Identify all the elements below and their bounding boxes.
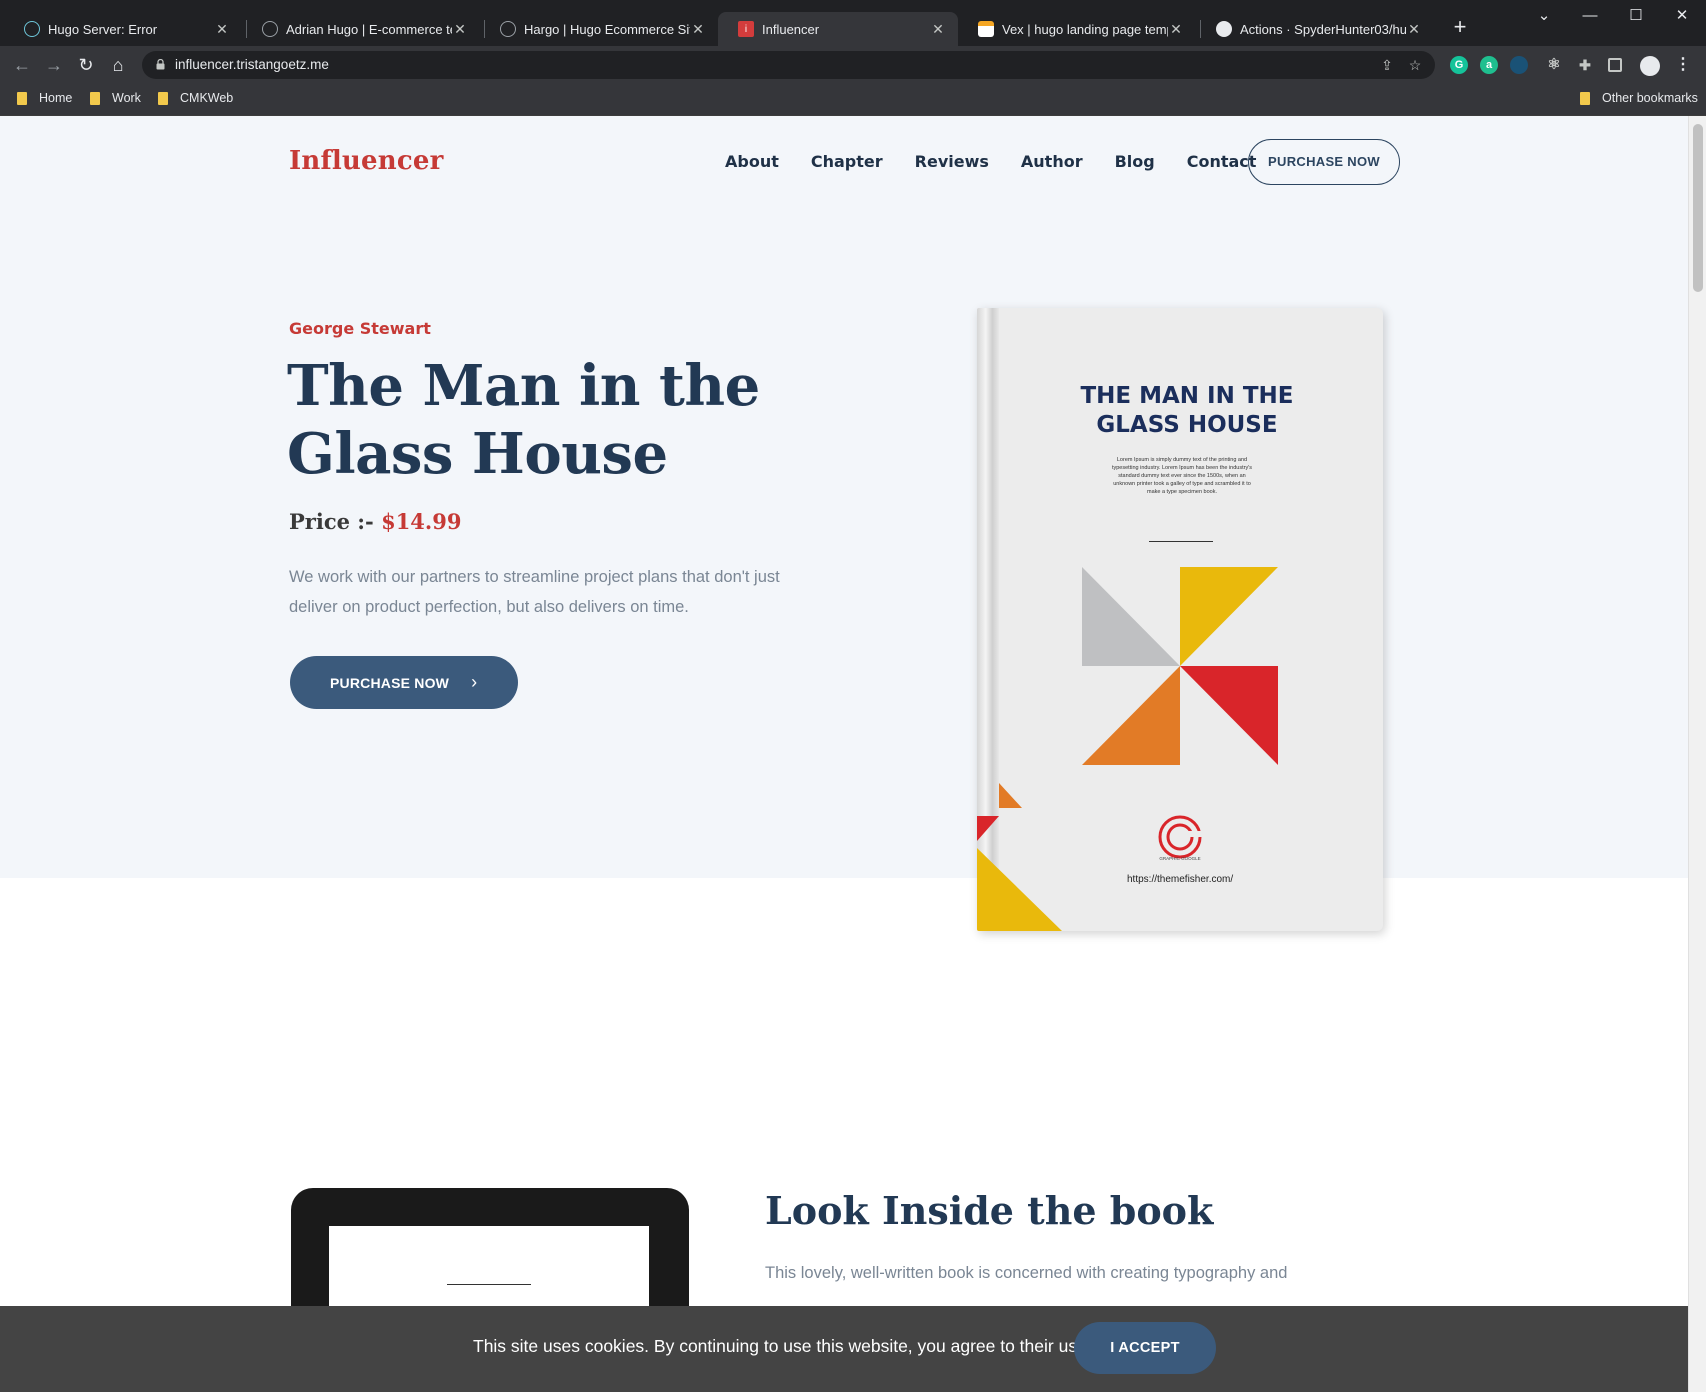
tab-hugo-server-error[interactable]: Hugo Server: Error ✕ [4, 12, 242, 46]
hero-section [0, 116, 1688, 878]
influencer-icon: i [738, 21, 754, 37]
bookmark-work[interactable]: Work [90, 91, 141, 105]
price: Price :- $14.99 [289, 509, 461, 534]
hugo-icon [24, 21, 40, 37]
cookie-text: This site uses cookies. By continuing to… [473, 1336, 1092, 1356]
back-icon[interactable]: ← [10, 53, 34, 77]
tab-search-icon[interactable]: ⌄ [1524, 4, 1564, 28]
nav-purchase-button[interactable]: PURCHASE NOW [1248, 139, 1400, 185]
nav-blog[interactable]: Blog [1115, 152, 1155, 171]
nav-author[interactable]: Author [1021, 152, 1083, 171]
close-tab-icon[interactable]: ✕ [1168, 21, 1184, 38]
bookmark-home[interactable]: Home [17, 91, 72, 105]
browser-window: Hugo Server: Error ✕ Adrian Hugo | E-com… [0, 0, 1706, 1392]
avatar[interactable] [1640, 56, 1660, 76]
tab-strip: Hugo Server: Error ✕ Adrian Hugo | E-com… [0, 0, 1706, 46]
home-icon[interactable]: ⌂ [106, 53, 130, 77]
nav-about[interactable]: About [725, 152, 779, 171]
browser-toolbar: ← → ↻ ⌂ influencer.tristangoetz.me ⇪ ☆ G… [0, 46, 1706, 84]
bookmark-star-icon[interactable]: ☆ [1406, 56, 1424, 74]
globe-icon [262, 21, 278, 37]
share-icon[interactable]: ⇪ [1378, 56, 1396, 74]
vex-icon [978, 21, 994, 37]
side-panel-icon[interactable] [1608, 58, 1622, 72]
author-name: George Stewart [289, 319, 431, 338]
maximize-icon[interactable]: ☐ [1616, 4, 1656, 28]
nav-reviews[interactable]: Reviews [915, 152, 989, 171]
close-tab-icon[interactable]: ✕ [452, 21, 468, 38]
close-tab-icon[interactable]: ✕ [690, 21, 706, 38]
chevron-right-icon: › [471, 672, 478, 692]
tab-influencer[interactable]: i Influencer ✕ [718, 12, 958, 46]
bookmarks-bar: Home Work CMKWeb Other bookmarks [0, 84, 1706, 116]
minimize-icon[interactable]: — [1570, 4, 1610, 28]
menu-kebab-icon[interactable]: ⋮ [1674, 56, 1692, 74]
folder-icon [1580, 91, 1590, 105]
url-text: influencer.tristangoetz.me [175, 57, 329, 72]
accept-cookies-button[interactable]: I ACCEPT [1074, 1322, 1216, 1374]
hero-purchase-label: PURCHASE NOW [330, 674, 450, 691]
book-cover-url: https://themefisher.com/ [1127, 874, 1234, 885]
tab-adrian-hugo[interactable]: Adrian Hugo | E-commerce temp ✕ [242, 12, 480, 46]
close-tab-icon[interactable]: ✕ [930, 21, 946, 38]
look-inside-text: This lovely, well-written book is concer… [765, 1264, 1288, 1282]
price-label: Price :- [289, 509, 374, 534]
tab-vex[interactable]: Vex | hugo landing page templat ✕ [958, 12, 1196, 46]
address-bar[interactable]: influencer.tristangoetz.me ⇪ ☆ [142, 51, 1435, 79]
close-tab-icon[interactable]: ✕ [214, 21, 230, 38]
close-window-icon[interactable]: ✕ [1662, 4, 1702, 28]
cookie-banner: This site uses cookies. By continuing to… [0, 1306, 1688, 1392]
page-viewport: Influencer About Chapter Reviews Author … [0, 116, 1688, 1392]
folder-icon [158, 91, 168, 105]
hero-purchase-button[interactable]: PURCHASE NOW › [290, 656, 518, 709]
tab-github-actions[interactable]: Actions · SpyderHunter03/hugo- ✕ [1196, 12, 1434, 46]
extension-icon[interactable] [1510, 56, 1528, 74]
tab-hargo[interactable]: Hargo | Hugo Ecommerce Site ✕ [480, 12, 718, 46]
nav-contact[interactable]: Contact [1187, 152, 1257, 171]
forward-icon[interactable]: → [42, 53, 66, 77]
tablet-screen-rule [447, 1284, 531, 1285]
nav-chapter[interactable]: Chapter [811, 152, 883, 171]
lock-icon [156, 59, 165, 70]
price-value: $14.99 [381, 509, 462, 534]
book-cover-image: THE MAN IN THE GLASS HOUSE Lorem Ipsum i… [977, 308, 1383, 931]
hero-description: We work with our partners to streamline … [289, 568, 780, 616]
book-cover-logo-text: GRAPHIC GOOGLE [1159, 856, 1201, 861]
scrollbar-thumb[interactable] [1693, 124, 1703, 292]
folder-icon [17, 91, 27, 105]
folder-icon [90, 91, 100, 105]
bookmark-cmkweb[interactable]: CMKWeb [158, 91, 233, 105]
site-logo[interactable]: Influencer [289, 146, 444, 176]
book-title: The Man in the Glass House [287, 353, 760, 487]
pinwheel-graphic [977, 567, 1278, 931]
page-scrollbar[interactable] [1688, 116, 1706, 1392]
grammarly-icon[interactable]: G [1450, 56, 1468, 74]
react-devtools-icon[interactable]: ⚛ [1545, 56, 1563, 74]
new-tab-button[interactable]: + [1448, 16, 1472, 40]
other-bookmarks[interactable]: Other bookmarks [1580, 91, 1698, 105]
github-icon [1216, 21, 1232, 37]
globe-icon [500, 21, 516, 37]
main-nav: About Chapter Reviews Author Blog Contac… [725, 152, 1288, 171]
reload-icon[interactable]: ↻ [74, 53, 98, 77]
close-tab-icon[interactable]: ✕ [1406, 21, 1422, 38]
look-inside-title: Look Inside the book [765, 1188, 1214, 1233]
extensions-puzzle-icon[interactable]: ✚ [1576, 56, 1594, 74]
extension-a-icon[interactable]: a [1480, 56, 1498, 74]
